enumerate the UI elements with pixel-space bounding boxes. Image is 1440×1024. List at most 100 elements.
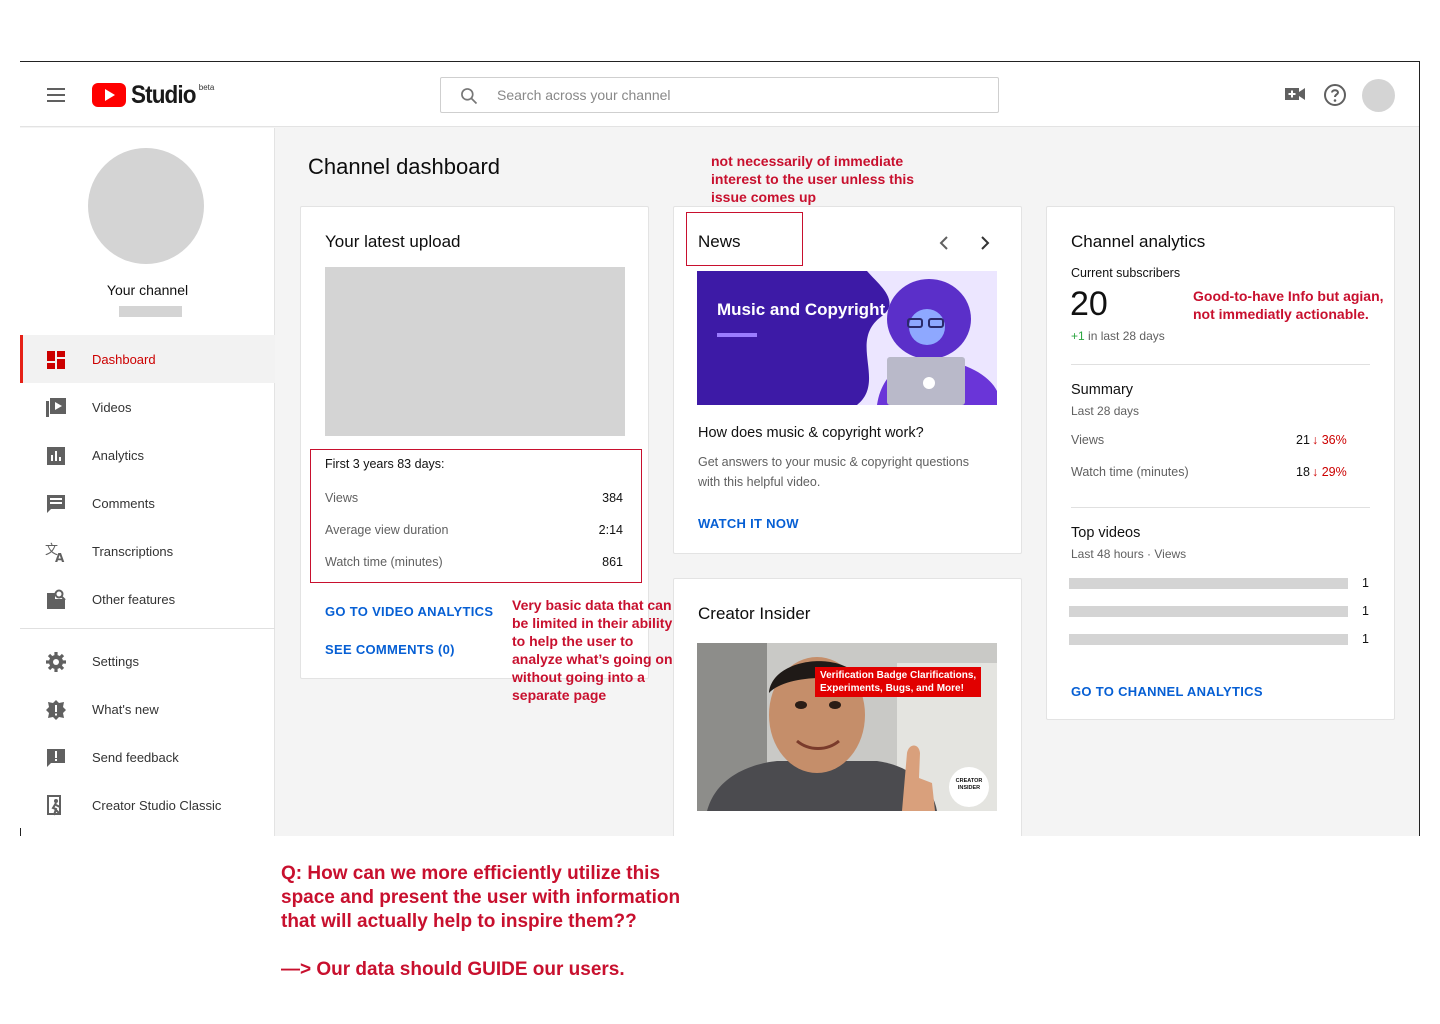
- card-title: Your latest upload: [325, 232, 461, 251]
- sidebar-item-label: Transcriptions: [92, 543, 174, 559]
- sidebar-item-label: Creator Studio Classic: [92, 797, 222, 813]
- settings-icon: [46, 652, 66, 672]
- subscribers-value: 20: [1070, 285, 1108, 323]
- subscribers-delta-suffix: in last 28 days: [1088, 329, 1165, 343]
- whats-new-icon: [46, 700, 66, 720]
- account-avatar[interactable]: [1362, 79, 1395, 112]
- summary-change-value: 29%: [1321, 465, 1347, 479]
- creator-insider-card: Creator Insider Verification Badge Clari…: [673, 578, 1022, 836]
- sidebar-item-settings[interactable]: Settings: [20, 637, 275, 685]
- sidebar-item-label: Videos: [92, 399, 132, 415]
- top-videos-period: Last 48 hours · Views: [1071, 547, 1187, 561]
- sidebar-item-comments[interactable]: Comments: [20, 479, 275, 527]
- top-video-value: 1: [1362, 576, 1369, 590]
- chevron-left-icon[interactable]: [936, 235, 952, 251]
- thumbnail-caption: Verification Badge Clarifications, Exper…: [815, 667, 982, 697]
- sidebar: Your channel Dashboard Videos Analytics: [20, 128, 275, 836]
- channel-avatar[interactable]: [88, 148, 204, 264]
- chevron-right-icon[interactable]: [977, 235, 993, 251]
- channel-name-placeholder: [119, 306, 182, 317]
- summary-change: ↓ 36%: [1312, 433, 1347, 447]
- sidebar-item-label: Dashboard: [92, 351, 156, 367]
- sidebar-item-label: Other features: [92, 591, 176, 607]
- arrow-down-icon: ↓: [1312, 433, 1319, 447]
- thumbnail-caption-line: Experiments, Bugs, and More!: [820, 683, 964, 694]
- top-videos-title: Top videos: [1071, 525, 1141, 541]
- news-headline: How does music & copyright work?: [698, 425, 924, 441]
- svg-text:A: A: [55, 551, 65, 563]
- search-box[interactable]: [440, 77, 999, 113]
- dashboard-icon: [47, 351, 65, 369]
- sidebar-divider: [20, 628, 275, 629]
- go-to-channel-analytics-link[interactable]: GO TO CHANNEL ANALYTICS: [1071, 684, 1263, 699]
- subscribers-delta: +1: [1071, 329, 1085, 343]
- other-features-icon: [47, 589, 66, 609]
- card-title: Channel analytics: [1071, 232, 1206, 251]
- news-banner[interactable]: Music and Copyright: [697, 271, 997, 405]
- banner-title: Music and Copyright: [717, 300, 886, 319]
- page-title: Channel dashboard: [308, 154, 501, 179]
- summary-period: Last 28 days: [1071, 404, 1140, 418]
- channel-name[interactable]: Your channel: [20, 282, 275, 298]
- videos-icon: [46, 398, 66, 417]
- video-thumbnail[interactable]: [325, 267, 625, 436]
- news-highlight-box: [686, 212, 803, 266]
- creator-insider-thumbnail[interactable]: Verification Badge Clarifications, Exper…: [697, 643, 997, 811]
- summary-change: ↓ 29%: [1312, 465, 1347, 479]
- sidebar-item-dashboard[interactable]: Dashboard: [20, 335, 275, 383]
- sidebar-item-label: Send feedback: [92, 749, 179, 765]
- menu-icon[interactable]: [47, 88, 65, 102]
- subscribers-change: +1 in last 28 days: [1071, 329, 1165, 343]
- top-video-bar[interactable]: [1069, 606, 1348, 617]
- help-icon[interactable]: [1323, 83, 1347, 107]
- sidebar-item-label: What's new: [92, 701, 159, 717]
- top-video-bar[interactable]: [1069, 578, 1348, 589]
- sidebar-item-label: Comments: [92, 495, 155, 511]
- summary-value: 21: [1296, 433, 1310, 447]
- feedback-icon: [47, 749, 65, 767]
- question-annotation: Q: How can we more efficiently utilize t…: [281, 863, 681, 932]
- sidebar-item-label: Settings: [92, 653, 139, 669]
- arrow-down-icon: ↓: [1312, 465, 1319, 479]
- upload-annotation: Very basic data that can be limited in t…: [512, 597, 673, 703]
- badge-line: CREATOR: [955, 778, 983, 784]
- summary-change-value: 36%: [1321, 433, 1347, 447]
- sidebar-item-videos[interactable]: Videos: [20, 383, 275, 431]
- divider: [1071, 507, 1370, 508]
- news-annotation: not necessarily of immediate interest to…: [711, 153, 915, 205]
- sidebar-item-transcriptions[interactable]: 文 A Transcriptions: [20, 527, 275, 575]
- sidebar-item-creator-studio-classic[interactable]: Creator Studio Classic: [20, 781, 275, 829]
- transcriptions-icon: 文 A: [45, 543, 65, 563]
- thumbnail-caption-line: Verification Badge Clarifications,: [820, 670, 977, 681]
- go-to-video-analytics-link[interactable]: GO TO VIDEO ANALYTICS: [325, 604, 493, 619]
- top-video-bar[interactable]: [1069, 634, 1348, 645]
- news-body: Get answers to your music & copyright qu…: [698, 455, 969, 489]
- analytics-icon: [47, 447, 65, 465]
- sidebar-item-label: Analytics: [92, 447, 145, 463]
- analytics-annotation: Good-to-have Info but agian, not immedia…: [1193, 288, 1384, 322]
- studio-logo[interactable]: Studio beta: [92, 81, 214, 109]
- top-video-value: 1: [1362, 604, 1369, 618]
- summary-title: Summary: [1071, 382, 1134, 398]
- summary-label: Views: [1071, 433, 1105, 447]
- sidebar-item-send-feedback[interactable]: Send feedback: [20, 733, 275, 781]
- beta-badge: beta: [198, 83, 215, 92]
- see-comments-link[interactable]: SEE COMMENTS (0): [325, 642, 455, 657]
- summary-label: Watch time (minutes): [1071, 465, 1189, 479]
- create-video-icon[interactable]: [1284, 86, 1306, 102]
- frame-edge: [20, 828, 21, 836]
- subscribers-label: Current subscribers: [1071, 266, 1181, 280]
- badge-line: INSIDER: [957, 785, 981, 791]
- top-bar: Studio beta: [20, 62, 1419, 127]
- search-icon: [461, 88, 478, 105]
- creator-insider-badge: CREATOR INSIDER: [951, 778, 987, 792]
- sidebar-item-other-features[interactable]: Other features: [20, 575, 275, 623]
- comments-icon: [47, 495, 65, 513]
- search-input[interactable]: [497, 78, 977, 112]
- sidebar-item-whats-new[interactable]: What's new: [20, 685, 275, 733]
- conclusion-annotation: —> Our data should GUIDE our users.: [281, 959, 625, 980]
- classic-icon: [47, 795, 61, 816]
- watch-it-now-link[interactable]: WATCH IT NOW: [698, 516, 799, 531]
- summary-value: 18: [1296, 465, 1310, 479]
- sidebar-item-analytics[interactable]: Analytics: [20, 431, 275, 479]
